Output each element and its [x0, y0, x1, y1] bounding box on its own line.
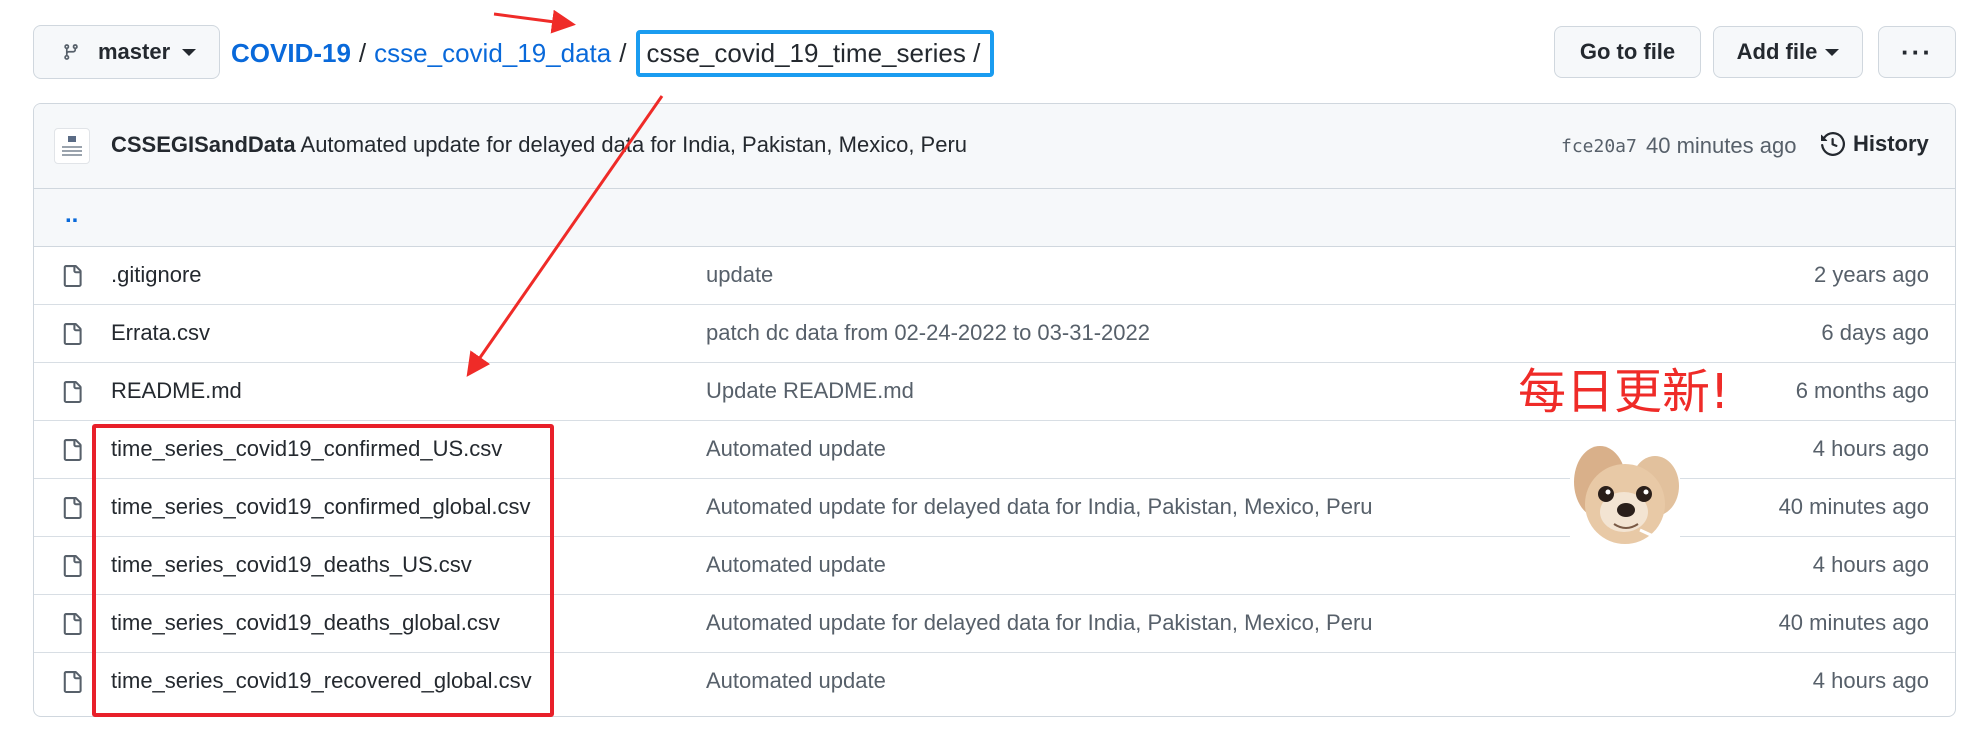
more-options-button[interactable]: ··· — [1878, 26, 1956, 78]
avatar[interactable] — [54, 128, 90, 164]
breadcrumb-current-highlight: csse_covid_19_time_series / — [636, 29, 995, 77]
file-name-link[interactable]: .gitignore — [111, 262, 202, 288]
file-commit-message-link[interactable]: update — [706, 262, 773, 288]
go-to-file-button[interactable]: Go to file — [1554, 26, 1701, 78]
csv-files-highlight-box — [92, 424, 554, 717]
file-age: 6 days ago — [1821, 320, 1929, 345]
file-age: 40 minutes ago — [1778, 494, 1929, 519]
latest-commit-bar: CSSEGISandData Automated update for dela… — [34, 104, 1955, 189]
parent-directory-link[interactable]: .. — [65, 201, 78, 229]
history-label: History — [1853, 131, 1929, 156]
file-icon — [61, 263, 83, 294]
file-age: 4 hours ago — [1812, 668, 1929, 693]
file-icon — [61, 379, 83, 410]
file-commit-message-link[interactable]: Automated update for delayed data for In… — [706, 610, 1373, 636]
breadcrumb-separator: / — [358, 37, 367, 68]
file-commit-message-link[interactable]: Automated update — [706, 552, 886, 578]
git-branch-icon — [64, 44, 78, 60]
branch-selector-button[interactable]: master — [33, 25, 220, 79]
kebab-horizontal-icon: ··· — [1901, 36, 1933, 67]
file-icon — [61, 437, 83, 468]
file-age: 2 years ago — [1814, 262, 1929, 287]
chevron-down-icon — [1825, 48, 1840, 56]
file-age: 4 hours ago — [1812, 436, 1929, 461]
file-name-link[interactable]: README.md — [111, 378, 242, 404]
breadcrumb-separator: / — [619, 37, 627, 68]
file-commit-message-link[interactable]: Update README.md — [706, 378, 914, 404]
file-icon — [61, 321, 83, 352]
file-row[interactable]: .gitignore update 2 years ago — [34, 247, 1955, 305]
breadcrumb-separator: / — [973, 37, 981, 68]
annotation-arrow-top — [493, 9, 576, 34]
commit-message-link[interactable]: Automated update for delayed data for In… — [301, 132, 968, 157]
file-age: 4 hours ago — [1812, 552, 1929, 577]
breadcrumb: COVID-19 / csse_covid_19_data / csse_cov… — [231, 29, 995, 77]
breadcrumb-folder-link[interactable]: csse_covid_19_data — [374, 38, 611, 69]
file-commit-message-link[interactable]: Automated update — [706, 436, 886, 462]
file-icon — [61, 669, 83, 700]
file-icon — [61, 553, 83, 584]
file-icon — [61, 611, 83, 642]
add-file-label: Add file — [1736, 39, 1818, 64]
file-icon — [61, 495, 83, 526]
file-commit-message-link[interactable]: patch dc data from 02-24-2022 to 03-31-2… — [706, 320, 1150, 346]
history-link[interactable]: History — [1821, 131, 1929, 157]
file-name-link[interactable]: Errata.csv — [111, 320, 210, 346]
commit-summary: CSSEGISandData Automated update for dela… — [111, 132, 967, 158]
file-age: 40 minutes ago — [1778, 610, 1929, 635]
parent-directory-row[interactable]: .. — [34, 189, 1955, 247]
go-to-file-label: Go to file — [1579, 39, 1676, 64]
commit-author-link[interactable]: CSSEGISandData — [111, 132, 296, 157]
branch-label: master — [98, 39, 171, 64]
chevron-down-icon — [182, 48, 197, 56]
breadcrumb-current: csse_covid_19_time_series — [646, 37, 966, 68]
commit-sha-link[interactable]: fce20a7 — [1561, 136, 1637, 157]
file-commit-message-link[interactable]: Automated update — [706, 668, 886, 694]
breadcrumb-root-link[interactable]: COVID-19 — [231, 38, 351, 69]
commit-age: 40 minutes ago — [1646, 133, 1797, 158]
file-age: 6 months ago — [1795, 378, 1929, 403]
annotation-note: 每日更新! — [1518, 364, 1730, 420]
history-clock-icon — [1821, 132, 1845, 156]
dog-sticker-image — [1570, 442, 1680, 550]
add-file-button[interactable]: Add file — [1713, 26, 1863, 78]
file-commit-message-link[interactable]: Automated update for delayed data for In… — [706, 494, 1373, 520]
